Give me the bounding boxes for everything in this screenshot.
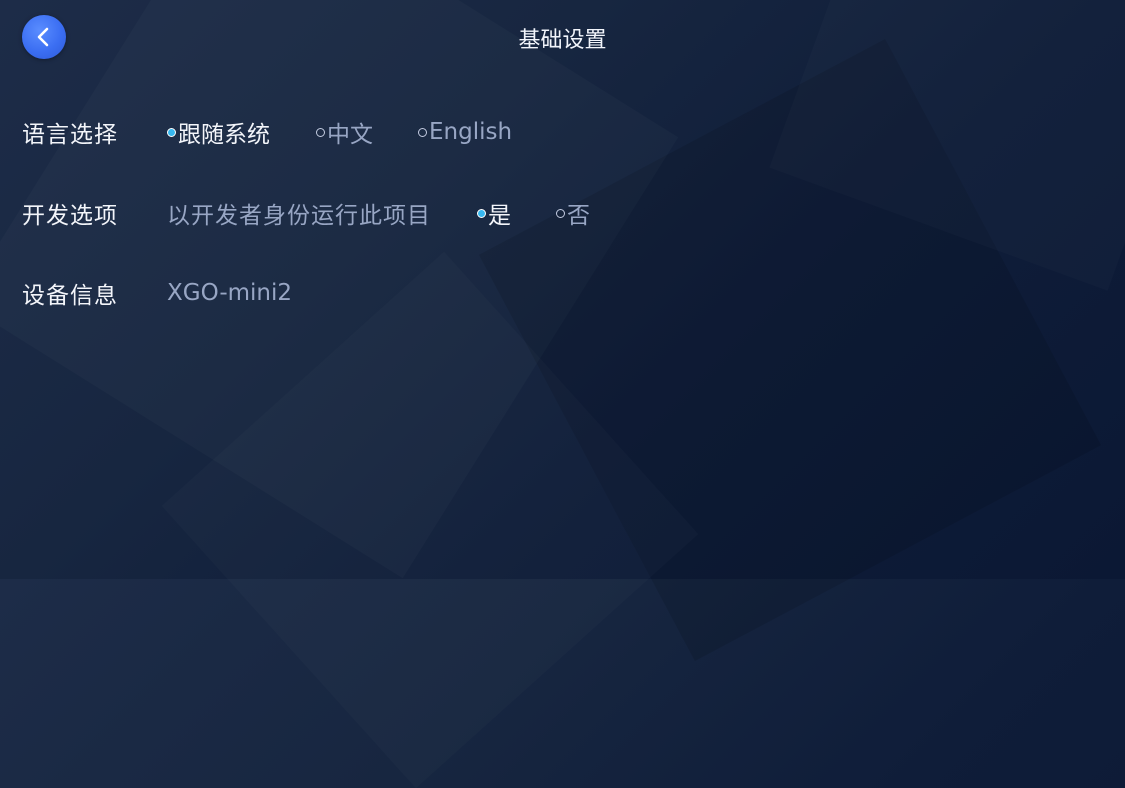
language-setting-row: 语言选择 跟随系统 中文 English: [22, 116, 512, 148]
background-shape: [478, 38, 1102, 662]
radio-unselected-icon: [418, 127, 427, 137]
option-label: 跟随系统: [178, 122, 270, 148]
device-model-value: XGO-mini2: [167, 280, 293, 306]
option-label: 中文: [327, 122, 373, 148]
radio-unselected-icon: [556, 208, 565, 218]
background-shape: [162, 252, 699, 788]
language-label: 语言选择: [22, 122, 118, 148]
language-option-english[interactable]: English: [418, 119, 512, 145]
page-title: 基础设置: [518, 28, 607, 53]
developer-option-yes[interactable]: 是: [477, 196, 511, 230]
option-label: English: [429, 119, 513, 145]
radio-selected-icon: [477, 208, 486, 218]
developer-label: 开发选项: [22, 203, 118, 229]
developer-description: 以开发者身份运行此项目: [167, 203, 431, 229]
device-info-row: 设备信息 XGO-mini2: [22, 277, 292, 309]
developer-setting-row: 开发选项 以开发者身份运行此项目 是 否: [22, 197, 590, 229]
option-label: 是: [488, 203, 511, 229]
device-label: 设备信息: [22, 283, 118, 309]
developer-option-no[interactable]: 否: [556, 196, 590, 230]
radio-selected-icon: [167, 127, 176, 137]
radio-unselected-icon: [316, 127, 325, 137]
language-option-follow-system[interactable]: 跟随系统: [167, 115, 270, 149]
option-label: 否: [567, 203, 590, 229]
language-option-chinese[interactable]: 中文: [316, 115, 373, 149]
